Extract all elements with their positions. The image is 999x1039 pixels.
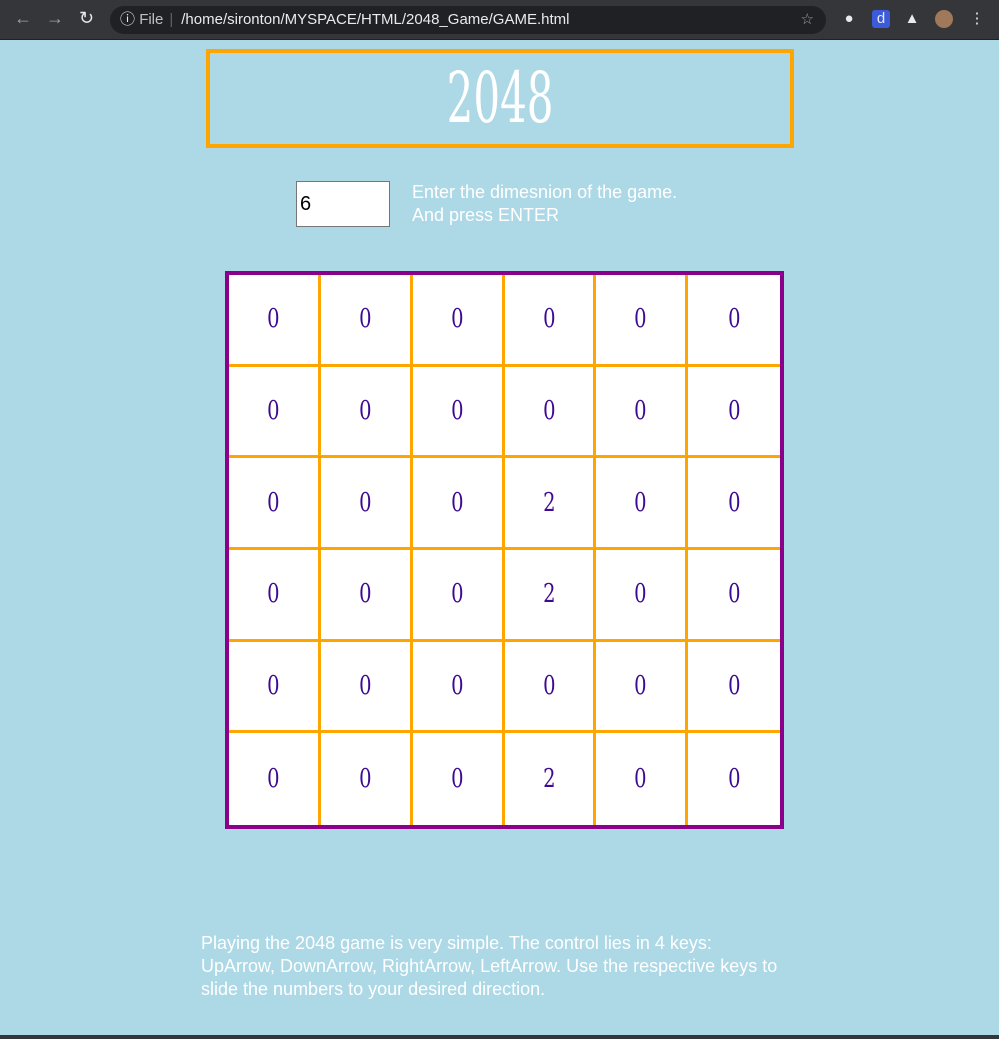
url-text[interactable]: /home/sironton/MYSPACE/HTML/2048_Game/GA… (181, 11, 569, 28)
board-cell: 0 (688, 367, 780, 459)
game-board: 0 0 0 0 0 0 0 0 0 0 0 0 0 0 0 2 0 0 0 0 0 2 0 0 0 0 0 0 0 0 0 0 0 2 0 0 (225, 271, 784, 829)
cell-value: 0 (450, 487, 464, 518)
board-cell: 0 (596, 366, 689, 459)
cell-value: 0 (359, 395, 372, 426)
board-cell: 0 (229, 275, 321, 367)
cell-value: 0 (727, 579, 741, 610)
board-cell: 0 (320, 641, 413, 734)
board-cell: 0 (412, 275, 505, 367)
game-title-box: 2048 (206, 49, 794, 148)
extension-d-icon[interactable]: d (872, 10, 890, 28)
cell-value: 0 (359, 487, 372, 518)
hint-line-2: And press ENTER (412, 205, 560, 225)
cell-value: 0 (450, 579, 464, 610)
cell-value: 2 (542, 487, 556, 518)
back-icon[interactable]: ← (14, 8, 32, 29)
board-cell: 0 (321, 733, 413, 825)
cell-value: 0 (634, 395, 647, 426)
browser-toolbar: ← → ↻ ⓘ File |/home/sironton/MYSPACE/HTML… (0, 0, 999, 40)
board-cell: 2 (504, 458, 597, 550)
cell-value: 0 (267, 487, 280, 518)
board-cell: 0 (596, 733, 689, 825)
menu-kebab-icon[interactable]: ⋮ (968, 10, 986, 28)
board-cell: 0 (412, 458, 505, 550)
file-label: File (139, 11, 164, 28)
board-cell: 0 (688, 642, 780, 734)
cell-value: 0 (450, 395, 464, 426)
board-cell: 0 (229, 549, 321, 642)
cell-value: 0 (450, 764, 464, 795)
board-cell: 0 (229, 641, 321, 734)
cell-value: 0 (359, 670, 372, 701)
board-cell: 0 (688, 733, 780, 825)
board-cell: 2 (504, 549, 597, 642)
cell-value: 0 (542, 670, 556, 701)
board-cell: 0 (504, 366, 597, 459)
cell-value: 0 (634, 764, 647, 795)
cell-value: 0 (267, 395, 280, 426)
board-cell: 0 (320, 549, 413, 642)
cell-value: 0 (267, 304, 280, 335)
cell-value: 0 (727, 487, 741, 518)
cell-value: 0 (542, 304, 556, 335)
cell-value: 0 (634, 579, 647, 610)
cell-value: 0 (267, 670, 280, 701)
reload-icon[interactable]: ↻ (79, 8, 94, 29)
board-cell: 0 (413, 733, 505, 825)
rules-text: Playing the 2048 game is very simple. Th… (201, 933, 778, 999)
board-cell: 0 (412, 366, 505, 459)
cell-value: 2 (542, 579, 556, 610)
board-cell: 0 (229, 733, 321, 825)
cell-value: 0 (727, 670, 741, 701)
avatar[interactable] (935, 10, 953, 28)
board-cell: 0 (596, 549, 689, 642)
info-icon[interactable]: ⓘ (120, 11, 135, 28)
cell-value: 0 (359, 579, 372, 610)
board-cell: 0 (504, 275, 597, 367)
cell-value: 0 (450, 670, 464, 701)
cell-value: 0 (267, 579, 280, 610)
board-cell: 0 (320, 458, 413, 550)
board-cell: 0 (596, 641, 689, 734)
cell-value: 0 (359, 764, 372, 795)
window-bottom-edge (0, 1035, 999, 1039)
cell-value: 0 (634, 670, 647, 701)
board-cell: 0 (229, 458, 321, 550)
board-cell: 0 (688, 275, 780, 367)
board-cell: 0 (688, 550, 780, 642)
cell-value: 2 (542, 764, 556, 795)
extensions-puzzle-icon[interactable]: ▲ (903, 10, 921, 28)
board-cell: 0 (596, 458, 689, 550)
dimension-hint: Enter the dimesnion of the game. And pre… (412, 181, 677, 227)
cell-value: 0 (727, 764, 741, 795)
bookmark-star-icon[interactable]: ☆ (801, 6, 814, 34)
board-cell: 0 (320, 366, 413, 459)
cell-value: 0 (727, 304, 741, 335)
cell-value: 0 (450, 304, 464, 335)
board-cell: 0 (504, 641, 597, 734)
forward-icon[interactable]: → (46, 8, 64, 29)
cell-value: 0 (634, 487, 647, 518)
cell-value: 0 (267, 764, 280, 795)
address-bar[interactable]: ⓘ File |/home/sironton/MYSPACE/HTML/2048_… (110, 6, 826, 34)
hint-line-1: Enter the dimesnion of the game. (412, 182, 678, 202)
board-cell: 0 (229, 366, 321, 459)
cell-value: 0 (359, 304, 372, 335)
cell-value: 0 (634, 304, 647, 335)
cell-value: 0 (727, 395, 741, 426)
board-cell: 2 (505, 733, 597, 825)
game-title: 2048 (446, 57, 554, 139)
board-cell: 0 (320, 275, 413, 367)
board-cell: 0 (412, 549, 505, 642)
extension-footprint-icon[interactable]: ● (840, 10, 858, 28)
dimension-input[interactable] (296, 181, 390, 227)
board-cell: 0 (688, 458, 780, 550)
board-cell: 0 (412, 641, 505, 734)
board-cell: 0 (596, 275, 689, 367)
cell-value: 0 (542, 395, 556, 426)
